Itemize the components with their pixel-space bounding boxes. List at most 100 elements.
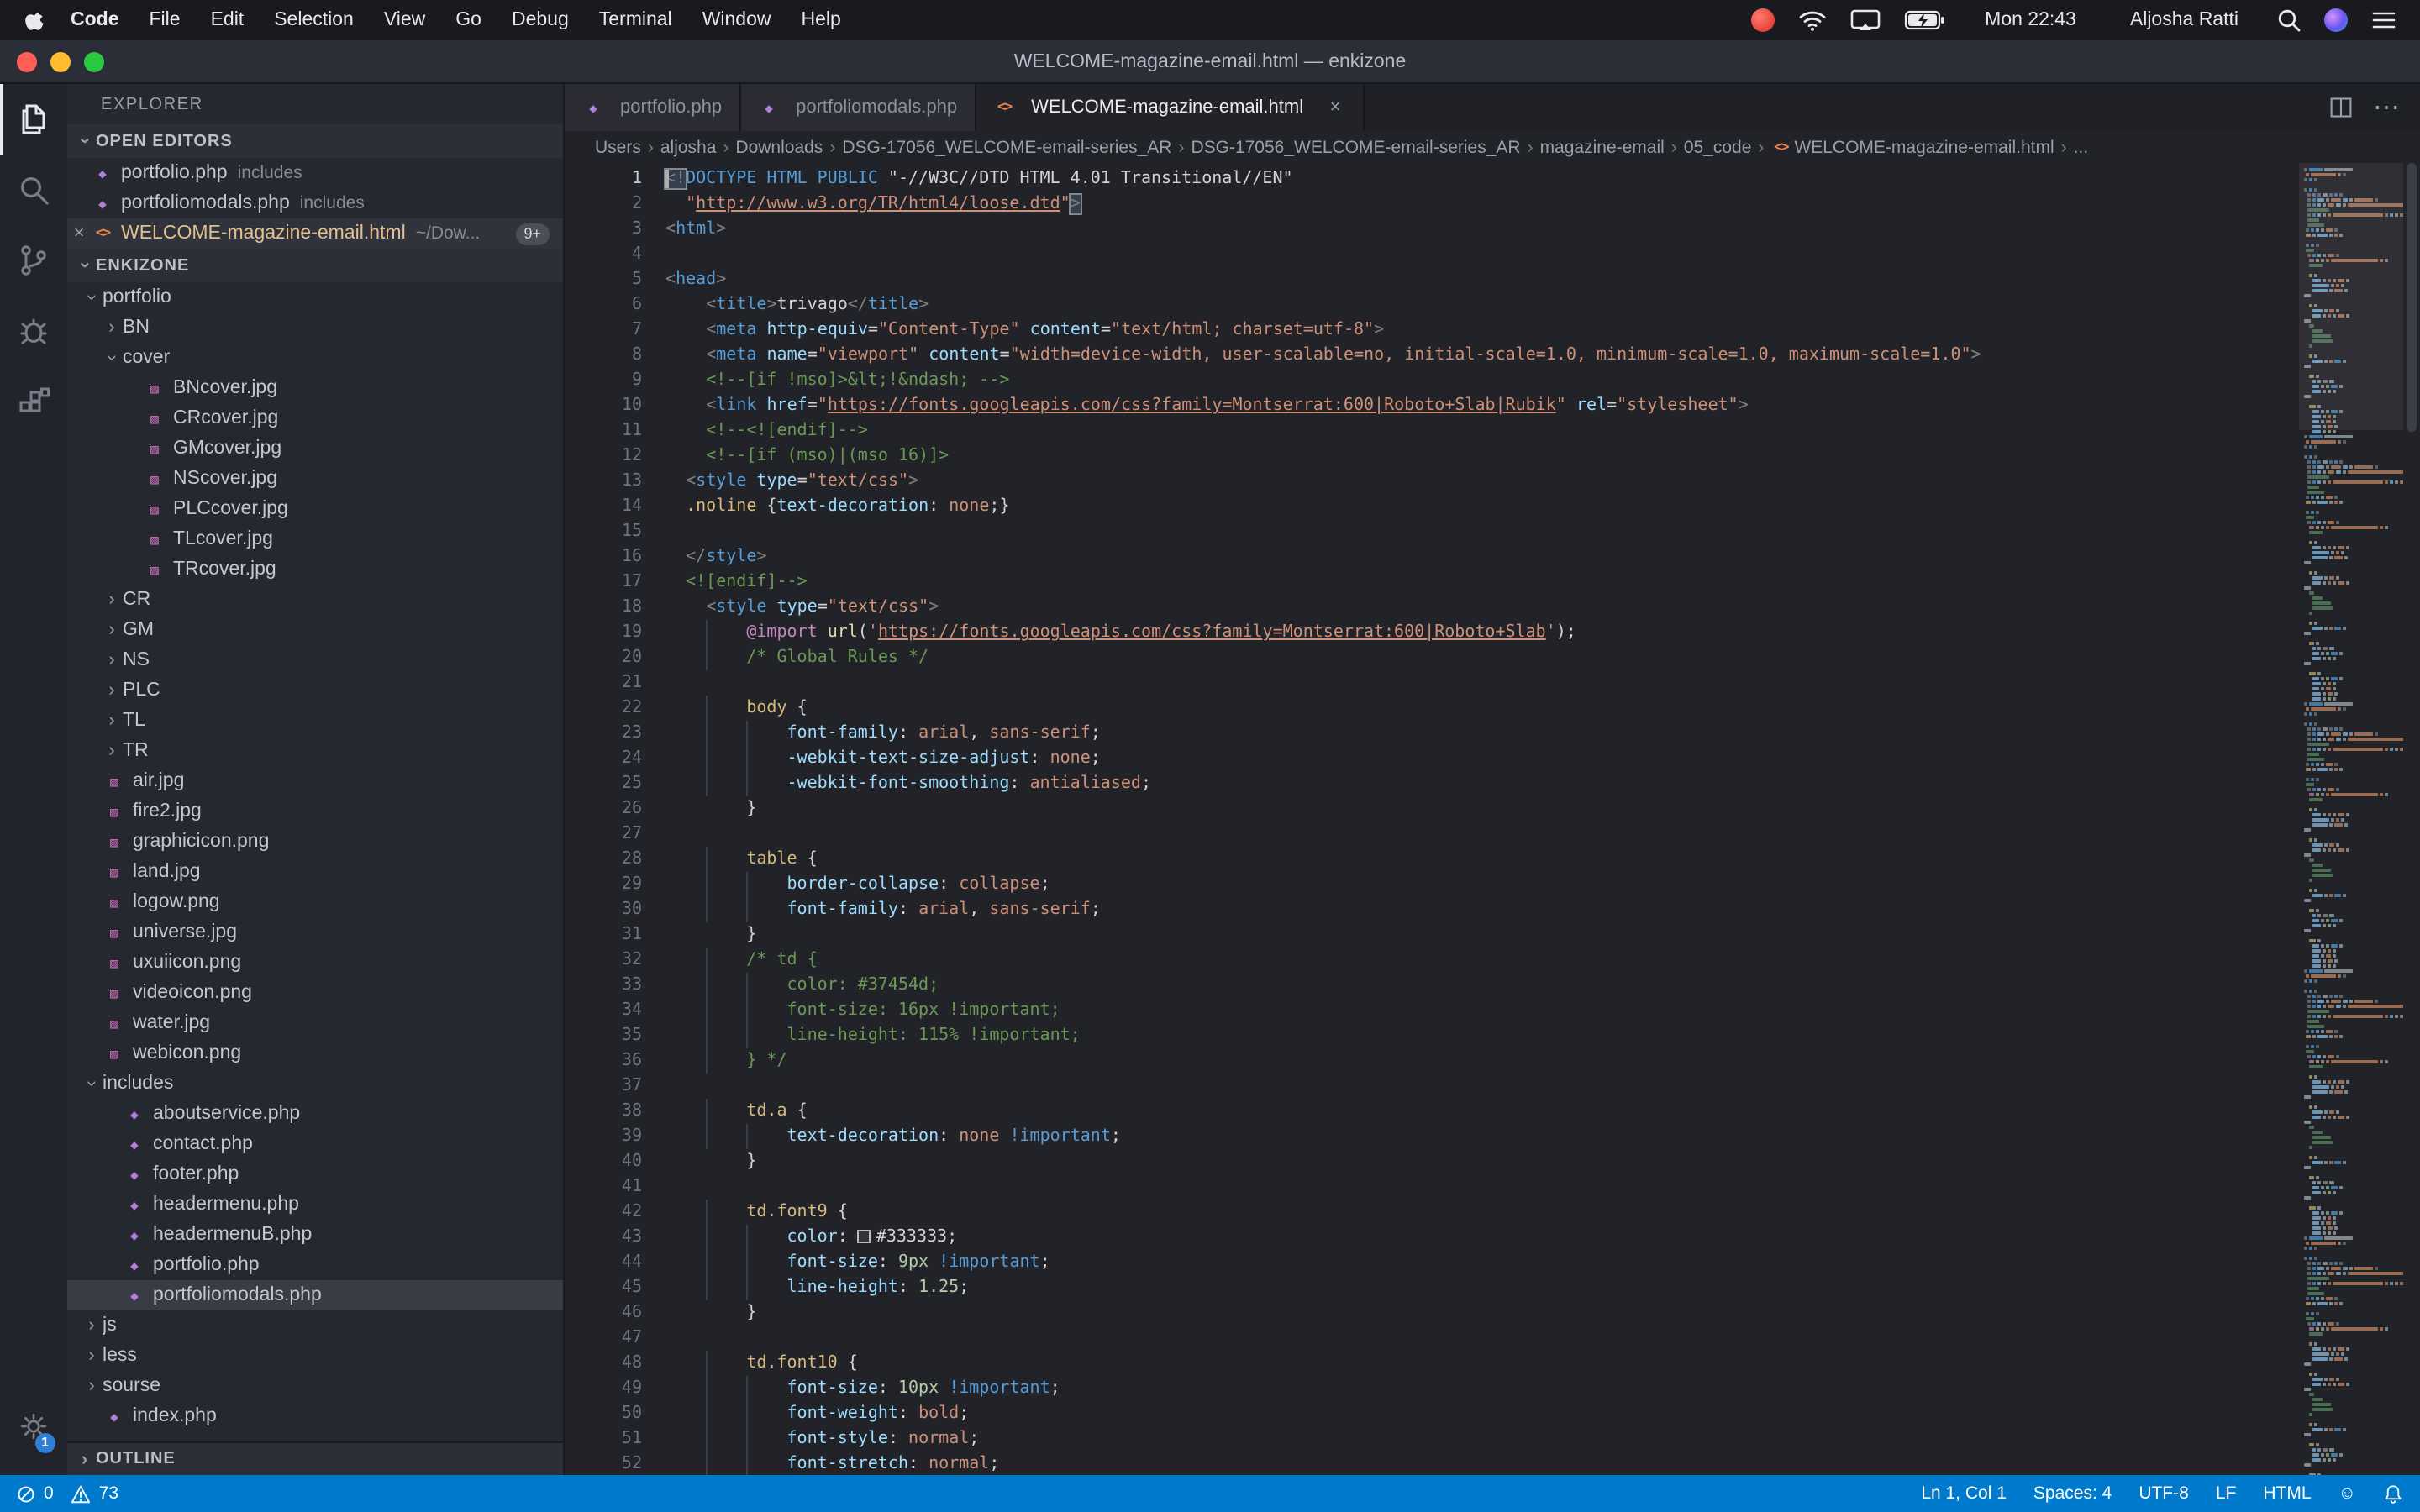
- menu-item-code[interactable]: Code: [55, 10, 134, 30]
- tree-file-TRcover.jpg[interactable]: ›▨TRcover.jpg: [67, 554, 563, 585]
- tree-folder-CR[interactable]: ›CR: [67, 585, 563, 615]
- tree-folder-portfolio[interactable]: ›portfolio: [67, 282, 563, 312]
- battery-charging-icon[interactable]: [1904, 10, 1946, 30]
- open-editors-header[interactable]: › OPEN EDITORS: [67, 124, 563, 158]
- menu-item-help[interactable]: Help: [786, 10, 856, 30]
- tree-file-air.jpg[interactable]: ›▨air.jpg: [67, 766, 563, 796]
- breadcrumb-item[interactable]: DSG-17056_WELCOME-email-series_AR: [842, 137, 1171, 157]
- open-editor-item[interactable]: ×<>WELCOME-magazine-email.html~/Dow...9+: [67, 218, 563, 249]
- breadcrumb-item[interactable]: Users: [595, 137, 641, 157]
- tree-folder-NS[interactable]: ›NS: [67, 645, 563, 675]
- breadcrumb-item[interactable]: DSG-17056_WELCOME-email-series_AR: [1191, 137, 1520, 157]
- tree-folder-GM[interactable]: ›GM: [67, 615, 563, 645]
- explorer-icon[interactable]: [0, 84, 67, 155]
- source-control-icon[interactable]: [0, 225, 67, 296]
- wifi-icon[interactable]: [1798, 9, 1827, 31]
- tree-file-portfolio.php[interactable]: ›◆portfolio.php: [67, 1250, 563, 1280]
- breadcrumb-file[interactable]: WELCOME-magazine-email.html: [1794, 137, 2054, 157]
- open-editor-item[interactable]: ◆portfoliomodals.phpincludes: [67, 188, 563, 218]
- problems-warnings[interactable]: 73: [71, 1483, 118, 1504]
- menu-user-name[interactable]: Aljosha Ratti: [2115, 10, 2254, 30]
- tree-file-GMcover.jpg[interactable]: ›▨GMcover.jpg: [67, 433, 563, 464]
- notifications-bell-icon[interactable]: [2383, 1483, 2403, 1504]
- minimize-window-button[interactable]: [50, 51, 71, 71]
- tree-folder-PLC[interactable]: ›PLC: [67, 675, 563, 706]
- menu-item-file[interactable]: File: [134, 10, 196, 30]
- red-app-icon[interactable]: [1751, 8, 1775, 32]
- editor-tab[interactable]: <>WELCOME-magazine-email.html×: [976, 84, 1364, 131]
- cursor-position[interactable]: Ln 1, Col 1: [1921, 1483, 2007, 1504]
- outline-header[interactable]: › OUTLINE: [67, 1441, 563, 1475]
- breadcrumb-item[interactable]: magazine-email: [1540, 137, 1665, 157]
- workspace-root-header[interactable]: › ENKIZONE: [67, 249, 563, 282]
- tree-file-headermenuB.php[interactable]: ›◆headermenuB.php: [67, 1220, 563, 1250]
- editor-tab[interactable]: ◆portfoliomodals.php: [740, 84, 976, 131]
- close-tab-icon[interactable]: ×: [1325, 97, 1345, 118]
- tree-file-fire2.jpg[interactable]: ›▨fire2.jpg: [67, 796, 563, 827]
- tree-file-uxuiicon.png[interactable]: ›▨uxuiicon.png: [67, 948, 563, 978]
- problems-errors[interactable]: 0: [17, 1483, 54, 1504]
- tree-folder-cover[interactable]: ›cover: [67, 343, 563, 373]
- indentation[interactable]: Spaces: 4: [2033, 1483, 2112, 1504]
- more-actions-icon[interactable]: ⋯: [2373, 91, 2400, 124]
- tree-folder-TL[interactable]: ›TL: [67, 706, 563, 736]
- tree-file-index.php[interactable]: ›◆index.php: [67, 1401, 563, 1431]
- breadcrumb-more[interactable]: ...: [2074, 137, 2089, 157]
- tree-folder-js[interactable]: ›js: [67, 1310, 563, 1341]
- encoding[interactable]: UTF-8: [2139, 1483, 2189, 1504]
- tree-folder-TR[interactable]: ›TR: [67, 736, 563, 766]
- tree-file-aboutservice.php[interactable]: ›◆aboutservice.php: [67, 1099, 563, 1129]
- search-icon[interactable]: [0, 155, 67, 225]
- tree-file-BNcover.jpg[interactable]: ›▨BNcover.jpg: [67, 373, 563, 403]
- debug-icon[interactable]: [0, 296, 67, 366]
- breadcrumb-item[interactable]: Downloads: [735, 137, 823, 157]
- menu-item-view[interactable]: View: [369, 10, 440, 30]
- tree-file-videoicon.png[interactable]: ›▨videoicon.png: [67, 978, 563, 1008]
- breadcrumb-item[interactable]: aljosha: [660, 137, 717, 157]
- scrollbar-thumb[interactable]: [2407, 163, 2417, 432]
- tree-file-land.jpg[interactable]: ›▨land.jpg: [67, 857, 563, 887]
- extensions-icon[interactable]: [0, 366, 67, 437]
- minimap[interactable]: [2299, 163, 2403, 1475]
- tree-file-PLCcover.jpg[interactable]: ›▨PLCcover.jpg: [67, 494, 563, 524]
- control-center-icon[interactable]: [2371, 10, 2396, 30]
- minimap-viewport[interactable]: [2299, 163, 2403, 430]
- editor-scrollbar[interactable]: [2403, 163, 2420, 1475]
- menu-item-edit[interactable]: Edit: [196, 10, 260, 30]
- menu-item-selection[interactable]: Selection: [259, 10, 369, 30]
- split-editor-icon[interactable]: [2329, 96, 2353, 119]
- tree-file-footer.php[interactable]: ›◆footer.php: [67, 1159, 563, 1189]
- zoom-window-button[interactable]: [84, 51, 104, 71]
- tree-folder-includes[interactable]: ›includes: [67, 1068, 563, 1099]
- feedback-smiley-icon[interactable]: ☺: [2338, 1483, 2356, 1504]
- tree-file-headermenu.php[interactable]: ›◆headermenu.php: [67, 1189, 563, 1220]
- menu-item-debug[interactable]: Debug: [497, 10, 584, 30]
- tree-file-logow.png[interactable]: ›▨logow.png: [67, 887, 563, 917]
- spotlight-search-icon[interactable]: [2277, 8, 2301, 32]
- tree-file-webicon.png[interactable]: ›▨webicon.png: [67, 1038, 563, 1068]
- menu-item-terminal[interactable]: Terminal: [584, 10, 687, 30]
- tree-file-contact.php[interactable]: ›◆contact.php: [67, 1129, 563, 1159]
- editor-tab[interactable]: ◆portfolio.php: [565, 84, 740, 131]
- menu-clock[interactable]: Mon 22:43: [1970, 10, 2091, 30]
- close-editor-icon[interactable]: ×: [67, 223, 91, 244]
- close-window-button[interactable]: [17, 51, 37, 71]
- tree-folder-sourse[interactable]: ›sourse: [67, 1371, 563, 1401]
- open-editor-item[interactable]: ◆portfolio.phpincludes: [67, 158, 563, 188]
- tree-file-water.jpg[interactable]: ›▨water.jpg: [67, 1008, 563, 1038]
- language-mode[interactable]: HTML: [2263, 1483, 2311, 1504]
- settings-gear-icon[interactable]: 1: [0, 1391, 67, 1462]
- tree-file-TLcover.jpg[interactable]: ›▨TLcover.jpg: [67, 524, 563, 554]
- menu-item-go[interactable]: Go: [440, 10, 497, 30]
- breadcrumb-item[interactable]: 05_code: [1684, 137, 1752, 157]
- siri-icon[interactable]: [2324, 8, 2348, 32]
- apple-menu-icon[interactable]: [24, 8, 45, 33]
- tree-file-universe.jpg[interactable]: ›▨universe.jpg: [67, 917, 563, 948]
- tree-file-NScover.jpg[interactable]: ›▨NScover.jpg: [67, 464, 563, 494]
- tree-file-CRcover.jpg[interactable]: ›▨CRcover.jpg: [67, 403, 563, 433]
- menu-item-window[interactable]: Window: [687, 10, 786, 30]
- tree-folder-less[interactable]: ›less: [67, 1341, 563, 1371]
- tree-file-graphicicon.png[interactable]: ›▨graphicicon.png: [67, 827, 563, 857]
- tree-folder-BN[interactable]: ›BN: [67, 312, 563, 343]
- tree-file-portfoliomodals.php[interactable]: ›◆portfoliomodals.php: [67, 1280, 563, 1310]
